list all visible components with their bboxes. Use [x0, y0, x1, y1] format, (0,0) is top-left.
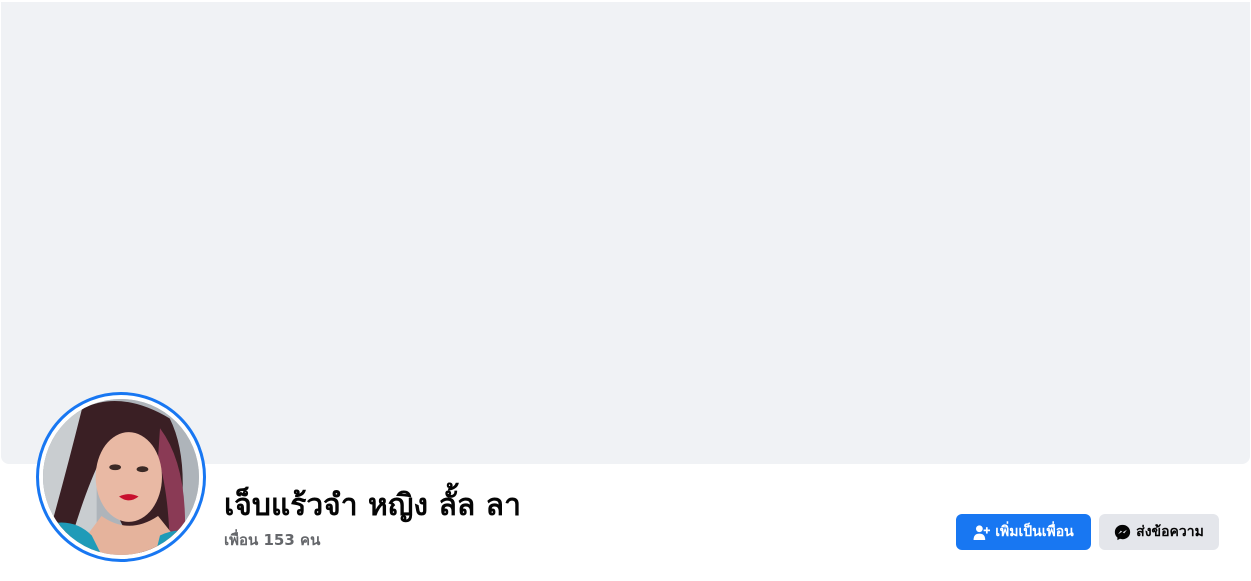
send-message-label: ส่งข้อความ	[1136, 524, 1204, 540]
profile-picture-frame[interactable]	[36, 392, 206, 562]
avatar[interactable]	[43, 399, 199, 555]
add-friend-label: เพิ่มเป็นเพื่อน	[995, 524, 1074, 540]
add-friend-icon	[973, 524, 991, 541]
avatar-image	[43, 399, 199, 555]
send-message-button[interactable]: ส่งข้อความ	[1099, 514, 1219, 550]
profile-name: เจ็บแร้วจำ หญิง ลั้ล ลา	[224, 488, 521, 523]
messenger-icon	[1114, 524, 1131, 541]
add-friend-button[interactable]: เพิ่มเป็นเพื่อน	[956, 514, 1091, 550]
profile-page: เจ็บแร้วจำ หญิง ลั้ล ลา เพื่อน 153 คน เพ…	[0, 0, 1251, 581]
friends-count-link[interactable]: เพื่อน 153 คน	[224, 530, 320, 550]
cover-photo-area[interactable]	[1, 2, 1250, 464]
